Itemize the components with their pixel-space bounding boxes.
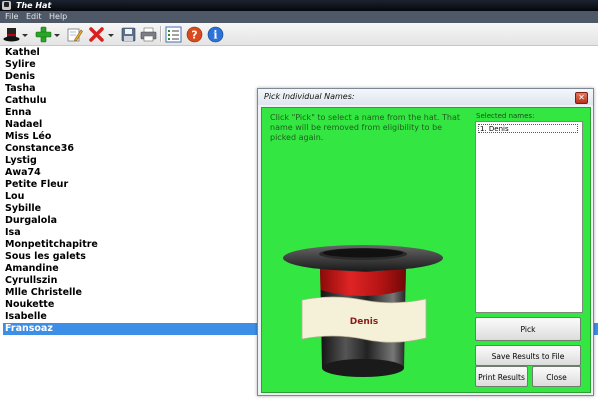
pick-names-dialog: Pick Individual Names: ✕ Click "Pick" to… <box>257 88 594 396</box>
selected-name-item[interactable]: 1. Denis <box>478 124 578 133</box>
help-icon[interactable]: ? <box>186 26 203 43</box>
add-icon[interactable] <box>35 26 52 43</box>
list-icon[interactable] <box>165 26 182 43</box>
selected-names-label: Selected names: <box>476 112 535 120</box>
list-item[interactable]: Sylire <box>3 59 598 71</box>
dialog-title-bar: Pick Individual Names: ✕ <box>258 89 593 105</box>
instructions-text: Click "Pick" to select a name from the h… <box>270 113 460 142</box>
save-results-button[interactable]: Save Results to File <box>475 345 581 366</box>
list-item[interactable]: Denis <box>3 71 598 83</box>
print-results-button[interactable]: Print Results <box>475 366 528 387</box>
hat-icon[interactable] <box>3 26 20 43</box>
print-icon[interactable] <box>140 26 157 43</box>
close-icon[interactable]: ✕ <box>575 92 588 104</box>
dialog-body: Click "Pick" to select a name from the h… <box>261 107 591 393</box>
toolbar: ? i <box>0 23 598 46</box>
info-icon[interactable]: i <box>207 26 224 43</box>
list-item[interactable]: Kathel <box>3 47 598 59</box>
edit-icon[interactable] <box>66 26 83 43</box>
app-hat-icon <box>2 1 11 10</box>
hat-paper-label: Denis <box>350 317 378 327</box>
menu-file[interactable]: File <box>5 11 18 23</box>
close-button[interactable]: Close <box>532 366 581 387</box>
delete-icon[interactable] <box>88 26 105 43</box>
window-title: The Hat <box>16 1 52 10</box>
magic-hat-illustration: Denis <box>283 245 443 377</box>
menu-bar: File Edit Help <box>0 11 598 23</box>
pick-button[interactable]: Pick <box>475 317 581 341</box>
selected-names-list[interactable]: 1. Denis <box>475 121 583 313</box>
delete-dropdown-arrow[interactable] <box>108 34 114 37</box>
dialog-title: Pick Individual Names: <box>264 92 355 101</box>
svg-text:?: ? <box>191 29 197 42</box>
save-icon[interactable] <box>120 26 137 43</box>
hat-dropdown-arrow[interactable] <box>22 34 28 37</box>
title-bar: The Hat <box>0 0 598 11</box>
svg-text:i: i <box>213 29 217 42</box>
add-dropdown-arrow[interactable] <box>54 34 60 37</box>
menu-edit[interactable]: Edit <box>26 11 42 23</box>
menu-help[interactable]: Help <box>49 11 67 23</box>
toolbar-separator <box>160 26 162 42</box>
